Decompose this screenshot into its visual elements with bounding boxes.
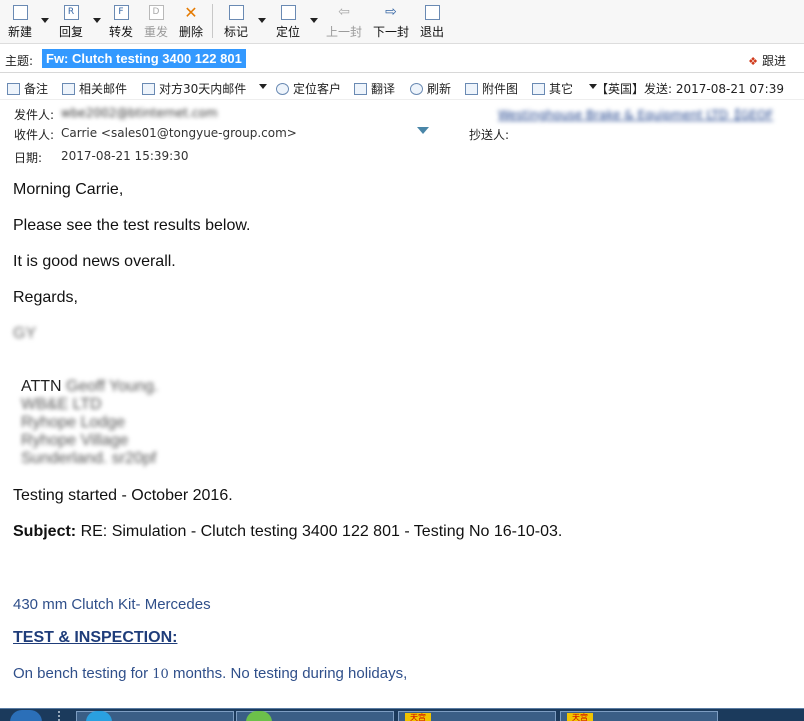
toolbar-separator xyxy=(212,4,213,38)
body-testing-started: Testing started - October 2016. xyxy=(13,487,233,504)
app-logo-icon: 天宫 xyxy=(405,713,431,721)
subject-value[interactable]: Fw: Clutch testing 3400 122 801 xyxy=(42,49,246,68)
locate-magnifier-icon xyxy=(280,5,296,20)
sent-info: 【英国】发送: 2017-08-21 07:39 xyxy=(596,82,784,96)
translate-button[interactable]: 翻译 xyxy=(354,80,395,97)
envelope-calendar-icon xyxy=(142,83,155,95)
locate-customer-button[interactable]: 定位客户 xyxy=(276,80,341,97)
app-logo-icon: 天宫 xyxy=(567,713,593,721)
related-mail-button[interactable]: 相关邮件 xyxy=(62,80,127,97)
main-toolbar: 新建 R 回复 F 转发 D 重发 ✕ 删除 标记 定位 ⇦ 上一封 ⇨ 下一封… xyxy=(0,0,804,44)
start-orb-icon[interactable] xyxy=(10,710,42,721)
mark-button[interactable]: 标记 xyxy=(221,3,251,41)
new-button[interactable]: 新建 xyxy=(5,3,35,41)
body-line: Please see the test results below. xyxy=(13,217,251,234)
note-button[interactable]: 备注 xyxy=(7,80,48,97)
windows-taskbar: 天宫 天宫 xyxy=(0,708,804,721)
taskbar-grip xyxy=(58,711,68,721)
cc-label: 抄送人: xyxy=(469,128,510,142)
forward-icon: F xyxy=(113,5,129,20)
grid-icon xyxy=(532,83,545,95)
last-30-days-mail-button[interactable]: 对方30天内邮件 xyxy=(142,80,246,97)
body-regards: Regards, xyxy=(13,289,78,306)
body-bench-testing-line: On bench testing for 10 months. No testi… xyxy=(13,665,408,682)
refresh-button[interactable]: 刷新 xyxy=(410,80,451,97)
date-value: 2017-08-21 15:39:30 xyxy=(61,149,189,163)
address-line: Ryhope Village xyxy=(21,432,129,449)
follow-up-button[interactable]: ❖ 跟进 xyxy=(748,52,786,69)
reply-dropdown-chevron-icon[interactable] xyxy=(93,18,101,23)
body-greeting: Morning Carrie, xyxy=(13,181,124,198)
previous-mail-button[interactable]: ⇦ 上一封 xyxy=(324,3,364,41)
sender-company-link[interactable]: Westinghouse Brake & Equipment LTD【GEOF xyxy=(498,106,773,123)
exit-door-icon xyxy=(424,5,440,20)
chevron-down-icon xyxy=(259,84,267,89)
address-line: Ryhope Lodge xyxy=(21,414,126,431)
taskbar-item[interactable]: 天宫 xyxy=(398,711,556,721)
reply-icon: R xyxy=(63,5,79,20)
follow-diamond-icon: ❖ xyxy=(748,55,758,68)
arrow-right-icon: ⇨ xyxy=(385,4,397,20)
body-inspection-heading: TEST & INSPECTION: xyxy=(13,629,178,646)
reply-button[interactable]: R 回复 xyxy=(56,3,86,41)
body-signature-initials: GY xyxy=(13,325,37,342)
to-label: 收件人: xyxy=(14,128,55,142)
body-quoted-subject: Subject: RE: Simulation - Clutch testing… xyxy=(13,523,563,540)
resend-icon: D xyxy=(148,5,164,20)
forward-button[interactable]: F 转发 xyxy=(106,3,136,41)
recipients-expand-icon[interactable] xyxy=(417,127,429,134)
subject-row: 主题: Fw: Clutch testing 3400 122 801 ❖ 跟进 xyxy=(0,45,804,73)
exit-button[interactable]: 退出 xyxy=(417,3,447,41)
next-mail-button[interactable]: ⇨ 下一封 xyxy=(371,3,411,41)
envelope-icon xyxy=(62,83,75,95)
address-attn: ATTN Geoff Young. xyxy=(21,378,159,395)
body-line: It is good news overall. xyxy=(13,253,176,270)
last-30-days-dropdown[interactable] xyxy=(259,80,267,94)
to-value[interactable]: Carrie <sales01@tongyue-group.com> xyxy=(61,126,297,140)
translate-icon xyxy=(354,83,367,95)
taskbar-item[interactable]: 天宫 xyxy=(560,711,718,721)
delete-x-icon: ✕ xyxy=(184,3,198,22)
resend-button[interactable]: D 重发 xyxy=(141,3,171,41)
address-company: WB&E LTD xyxy=(21,396,102,413)
date-label: 日期: xyxy=(14,151,43,165)
other-button[interactable]: 其它 xyxy=(532,80,573,97)
refresh-icon xyxy=(410,83,423,95)
body-kit-line: 430 mm Clutch Kit- Mercedes xyxy=(13,596,211,613)
new-dropdown-chevron-icon[interactable] xyxy=(41,18,49,23)
delete-button[interactable]: ✕ 删除 xyxy=(176,3,206,41)
mark-flag-icon xyxy=(228,5,244,20)
from-label: 发件人: xyxy=(14,108,55,122)
note-pencil-icon xyxy=(7,83,20,95)
locate-dropdown-chevron-icon[interactable] xyxy=(310,18,318,23)
from-value[interactable]: wbe2002@btinternet.com xyxy=(61,106,218,120)
address-line: Sunderland. sr20pf xyxy=(21,450,157,467)
attachment-image-button[interactable]: 附件图 xyxy=(465,80,518,97)
new-mail-icon xyxy=(12,5,28,20)
mail-action-bar: 备注 相关邮件 对方30天内邮件 定位客户 翻译 刷新 附件图 其它 【英国】发… xyxy=(0,74,804,100)
locate-button[interactable]: 定位 xyxy=(273,3,303,41)
arrow-left-icon: ⇦ xyxy=(338,4,350,20)
subject-label: 主题: xyxy=(5,54,34,68)
image-icon xyxy=(465,83,478,95)
mark-dropdown-chevron-icon[interactable] xyxy=(258,18,266,23)
person-icon xyxy=(276,83,289,95)
